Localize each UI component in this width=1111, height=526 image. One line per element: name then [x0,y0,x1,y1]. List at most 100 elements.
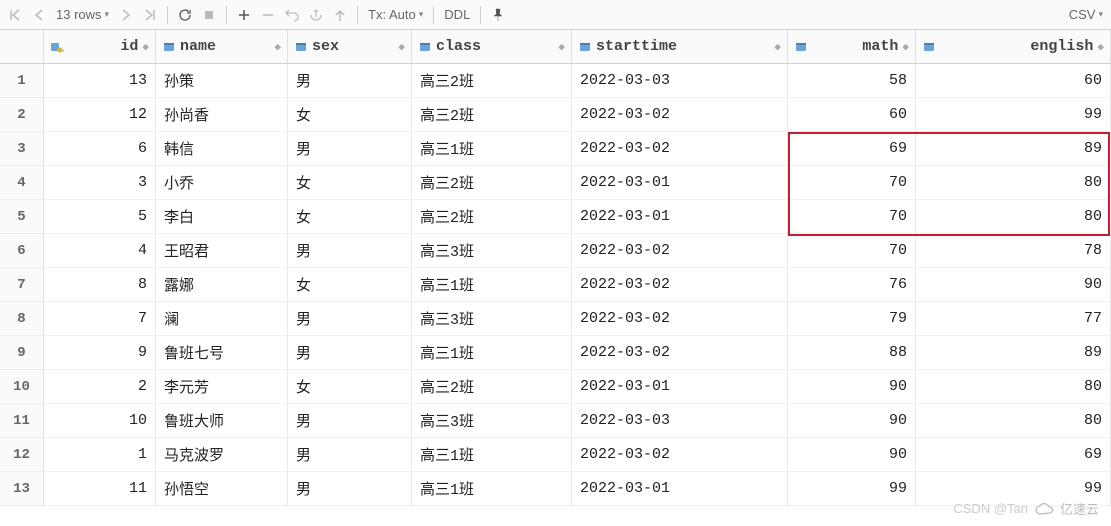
row-number[interactable]: 10 [0,370,44,404]
cell-english[interactable]: 80 [916,404,1111,438]
cell-starttime[interactable]: 2022-03-01 [572,472,788,506]
cell-math[interactable]: 70 [788,234,916,268]
cell-starttime[interactable]: 2022-03-02 [572,234,788,268]
delete-row-button[interactable] [257,4,279,26]
cell-english[interactable]: 90 [916,268,1111,302]
cell-starttime[interactable]: 2022-03-02 [572,438,788,472]
cell-sex[interactable]: 女 [288,98,412,132]
cell-sex[interactable]: 男 [288,234,412,268]
cell-starttime[interactable]: 2022-03-02 [572,268,788,302]
column-header-english[interactable]: english◆ [916,30,1111,64]
row-number[interactable]: 5 [0,200,44,234]
cell-starttime[interactable]: 2022-03-01 [572,166,788,200]
cell-sex[interactable]: 男 [288,404,412,438]
submit-button[interactable] [329,4,351,26]
ddl-button[interactable]: DDL [440,7,474,22]
sort-indicator-icon[interactable]: ◆ [1097,40,1104,54]
rows-selector[interactable]: 13 rows ▾ [52,7,113,22]
cell-math[interactable]: 76 [788,268,916,302]
cell-math[interactable]: 90 [788,370,916,404]
cell-id[interactable]: 10 [44,404,156,438]
cell-starttime[interactable]: 2022-03-02 [572,98,788,132]
cell-id[interactable]: 12 [44,98,156,132]
cell-class[interactable]: 高三3班 [412,234,572,268]
column-header-math[interactable]: math◆ [788,30,916,64]
cell-name[interactable]: 鲁班大师 [156,404,288,438]
sort-indicator-icon[interactable]: ◆ [274,40,281,54]
cell-class[interactable]: 高三2班 [412,64,572,98]
column-header-starttime[interactable]: starttime◆ [572,30,788,64]
cell-starttime[interactable]: 2022-03-03 [572,404,788,438]
cell-class[interactable]: 高三1班 [412,268,572,302]
cell-math[interactable]: 60 [788,98,916,132]
sort-indicator-icon[interactable]: ◆ [902,40,909,54]
tx-mode-selector[interactable]: Tx: Auto ▾ [364,7,427,22]
row-number[interactable]: 8 [0,302,44,336]
cell-sex[interactable]: 女 [288,200,412,234]
cell-name[interactable]: 韩信 [156,132,288,166]
cell-math[interactable]: 69 [788,132,916,166]
cell-id[interactable]: 7 [44,302,156,336]
cell-sex[interactable]: 男 [288,438,412,472]
cell-name[interactable]: 露娜 [156,268,288,302]
cell-math[interactable]: 58 [788,64,916,98]
cell-name[interactable]: 小乔 [156,166,288,200]
cell-english[interactable]: 77 [916,302,1111,336]
commit-button[interactable] [305,4,327,26]
cell-sex[interactable]: 女 [288,268,412,302]
export-selector[interactable]: CSV ▾ [1065,7,1107,22]
cell-name[interactable]: 李元芳 [156,370,288,404]
cell-name[interactable]: 孙悟空 [156,472,288,506]
cell-id[interactable]: 1 [44,438,156,472]
cell-class[interactable]: 高三2班 [412,98,572,132]
cell-name[interactable]: 王昭君 [156,234,288,268]
cell-english[interactable]: 80 [916,166,1111,200]
cell-class[interactable]: 高三2班 [412,166,572,200]
cell-starttime[interactable]: 2022-03-03 [572,64,788,98]
cell-id[interactable]: 3 [44,166,156,200]
column-header-sex[interactable]: sex◆ [288,30,412,64]
cell-math[interactable]: 70 [788,200,916,234]
cell-class[interactable]: 高三1班 [412,472,572,506]
cell-english[interactable]: 89 [916,336,1111,370]
cell-sex[interactable]: 女 [288,166,412,200]
cell-id[interactable]: 13 [44,64,156,98]
cell-name[interactable]: 孙策 [156,64,288,98]
row-number[interactable]: 11 [0,404,44,438]
cell-math[interactable]: 90 [788,438,916,472]
cell-math[interactable]: 99 [788,472,916,506]
cell-class[interactable]: 高三2班 [412,370,572,404]
row-number[interactable]: 7 [0,268,44,302]
cell-math[interactable]: 70 [788,166,916,200]
cell-class[interactable]: 高三1班 [412,132,572,166]
row-number[interactable]: 1 [0,64,44,98]
sort-indicator-icon[interactable]: ◆ [558,40,565,54]
cell-math[interactable]: 90 [788,404,916,438]
row-number[interactable]: 3 [0,132,44,166]
row-number[interactable]: 4 [0,166,44,200]
row-number[interactable]: 2 [0,98,44,132]
next-page-button[interactable] [115,4,137,26]
cell-sex[interactable]: 女 [288,370,412,404]
row-number[interactable]: 12 [0,438,44,472]
column-header-class[interactable]: class◆ [412,30,572,64]
cell-english[interactable]: 69 [916,438,1111,472]
prev-page-button[interactable] [28,4,50,26]
cell-name[interactable]: 澜 [156,302,288,336]
column-header-id[interactable]: id◆ [44,30,156,64]
first-page-button[interactable] [4,4,26,26]
refresh-button[interactable] [174,4,196,26]
cell-id[interactable]: 5 [44,200,156,234]
cell-sex[interactable]: 男 [288,132,412,166]
cell-starttime[interactable]: 2022-03-01 [572,200,788,234]
cell-sex[interactable]: 男 [288,472,412,506]
cell-class[interactable]: 高三2班 [412,200,572,234]
cell-english[interactable]: 80 [916,370,1111,404]
column-header-name[interactable]: name◆ [156,30,288,64]
cell-id[interactable]: 9 [44,336,156,370]
cell-id[interactable]: 8 [44,268,156,302]
sort-indicator-icon[interactable]: ◆ [142,40,149,54]
cell-class[interactable]: 高三1班 [412,438,572,472]
cell-starttime[interactable]: 2022-03-02 [572,336,788,370]
row-number[interactable]: 13 [0,472,44,506]
